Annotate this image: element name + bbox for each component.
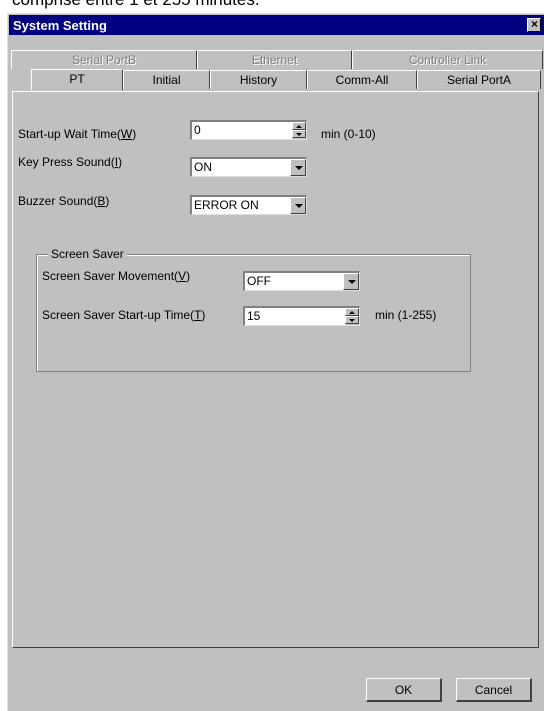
screen-saver-start-label: Screen Saver Start-up Time(T) (42, 308, 206, 322)
tab-comm-all[interactable]: Comm-All (307, 70, 417, 89)
tab-pt[interactable]: PT (31, 69, 123, 90)
screen-saver-start-spinbox[interactable]: 15 (243, 306, 360, 326)
tab-row-front: PT Initial History Comm-All Serial PortA (11, 69, 543, 90)
tab-controller-link[interactable]: Controller Link (352, 50, 543, 69)
key-press-combo[interactable]: ON (190, 157, 307, 177)
screen-saver-start-value: 15 (247, 309, 261, 323)
screen-saver-movement-value: OFF (247, 274, 271, 288)
screen-saver-start-unit: min (1-255) (375, 308, 437, 322)
arrow-up-icon[interactable] (345, 308, 359, 316)
startup-wait-spinner[interactable] (292, 122, 306, 139)
tab-history[interactable]: History (210, 70, 307, 89)
chevron-down-icon[interactable] (290, 197, 306, 214)
key-press-value: ON (194, 160, 212, 174)
tab-ethernet[interactable]: Ethernet (197, 50, 352, 69)
key-press-label: Key Press Sound(I) (18, 155, 123, 169)
chevron-down-icon[interactable] (290, 159, 306, 176)
system-setting-dialog: System Setting × Serial PortB Ethernet C… (7, 13, 544, 711)
ok-button[interactable]: OK (366, 678, 442, 702)
arrow-down-icon[interactable] (345, 316, 359, 324)
startup-wait-value: 0 (194, 123, 201, 137)
close-button[interactable]: × (527, 17, 541, 32)
screen-saver-movement-label: Screen Saver Movement(V) (42, 269, 191, 283)
screen-saver-start-spinner[interactable] (345, 308, 359, 325)
dialog-title: System Setting (13, 18, 107, 33)
chevron-down-icon[interactable] (343, 273, 359, 290)
tab-serial-portb[interactable]: Serial PortB (11, 50, 197, 69)
close-icon: × (531, 17, 539, 31)
tab-serial-porta[interactable]: Serial PortA (417, 70, 541, 89)
cancel-button[interactable]: Cancel (456, 678, 532, 702)
buzzer-value: ERROR ON (194, 198, 259, 212)
page-caption: comprise entre 1 et 255 minutes. (12, 0, 260, 10)
startup-wait-spinbox[interactable]: 0 (190, 120, 307, 140)
screen-saver-movement-combo[interactable]: OFF (243, 271, 360, 291)
screen-saver-group-title: Screen Saver (48, 247, 127, 261)
startup-wait-label: Start-up Wait Time(W) (18, 127, 137, 141)
tab-initial[interactable]: Initial (123, 70, 210, 89)
buzzer-combo[interactable]: ERROR ON (190, 195, 307, 215)
startup-wait-unit: min (0-10) (321, 127, 376, 141)
arrow-up-icon[interactable] (292, 122, 306, 130)
buzzer-label: Buzzer Sound(B) (18, 194, 110, 208)
title-bar: System Setting × (9, 15, 544, 35)
tab-row-back: Serial PortB Ethernet Controller Link (11, 50, 543, 69)
arrow-down-icon[interactable] (292, 130, 306, 138)
